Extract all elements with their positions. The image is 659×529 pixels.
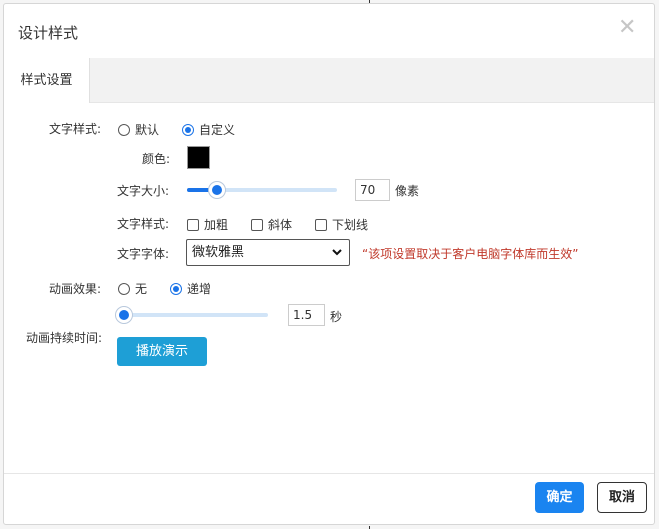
radio-custom-label: 自定义 xyxy=(199,123,236,137)
chevron-down-icon xyxy=(332,249,342,256)
text-style-label: 文字样式: xyxy=(49,122,102,136)
font-size-slider-thumb[interactable] xyxy=(209,182,225,198)
font-size-unit: 像素 xyxy=(395,184,420,198)
ok-button[interactable]: 确定 xyxy=(535,482,584,513)
cancel-button[interactable]: 取消 xyxy=(597,482,647,513)
checkbox-italic-box[interactable] xyxy=(251,218,263,231)
radio-animation-none-circle[interactable] xyxy=(118,282,130,295)
duration-label: 动画持续时间: xyxy=(26,331,103,345)
radio-default-circle[interactable] xyxy=(118,123,130,136)
tab-style-settings[interactable]: 样式设置 xyxy=(4,58,90,103)
checkbox-underline[interactable]: 下划线 xyxy=(315,216,368,233)
radio-default[interactable]: 默认 xyxy=(118,121,159,138)
checkbox-italic-label: 斜体 xyxy=(268,218,293,232)
animation-label: 动画效果: xyxy=(49,282,102,296)
dialog-title: 设计样式 xyxy=(18,24,79,42)
text-decoration-label: 文字样式: xyxy=(117,217,170,231)
font-family-select[interactable]: 微软雅黑 xyxy=(186,239,350,266)
duration-slider[interactable] xyxy=(116,307,268,323)
checkbox-underline-box[interactable] xyxy=(315,218,327,231)
radio-custom-circle[interactable] xyxy=(182,123,194,136)
radio-animation-none[interactable]: 无 xyxy=(118,280,147,297)
duration-slider-thumb[interactable] xyxy=(116,307,132,323)
checkbox-bold-label: 加粗 xyxy=(204,218,229,232)
close-icon[interactable]: ✕ xyxy=(618,17,636,39)
font-size-slider[interactable] xyxy=(187,182,337,198)
play-demo-button[interactable]: 播放演示 xyxy=(117,337,207,366)
footer-divider xyxy=(4,473,654,474)
font-family-value: 微软雅黑 xyxy=(192,245,245,260)
duration-input[interactable] xyxy=(288,304,325,326)
color-label: 颜色: xyxy=(142,152,171,166)
checkbox-bold[interactable]: 加粗 xyxy=(187,216,228,233)
checkbox-bold-box[interactable] xyxy=(187,218,199,231)
dialog-header: 设计样式 ✕ xyxy=(4,4,654,59)
font-family-label: 文字字体: xyxy=(117,247,170,261)
tab-bar: 样式设置 xyxy=(4,58,654,103)
radio-custom[interactable]: 自定义 xyxy=(182,121,235,138)
font-size-input[interactable] xyxy=(355,179,390,201)
font-family-note: “该项设置取决于客户电脑字体库而生效” xyxy=(362,247,579,261)
duration-unit: 秒 xyxy=(330,310,343,324)
font-size-label: 文字大小: xyxy=(117,184,170,198)
checkbox-underline-label: 下划线 xyxy=(332,218,369,232)
radio-animation-increment-circle[interactable] xyxy=(170,282,182,295)
design-style-dialog: 设计样式 ✕ 样式设置 文字样式: 默认 自定义 颜色: 文字大小: 像素 文字… xyxy=(3,3,655,525)
radio-default-label: 默认 xyxy=(135,123,160,137)
color-swatch[interactable] xyxy=(187,146,210,169)
radio-animation-increment[interactable]: 递增 xyxy=(170,280,211,297)
radio-animation-none-label: 无 xyxy=(135,282,148,296)
checkbox-italic[interactable]: 斜体 xyxy=(251,216,292,233)
radio-animation-increment-label: 递增 xyxy=(187,282,212,296)
